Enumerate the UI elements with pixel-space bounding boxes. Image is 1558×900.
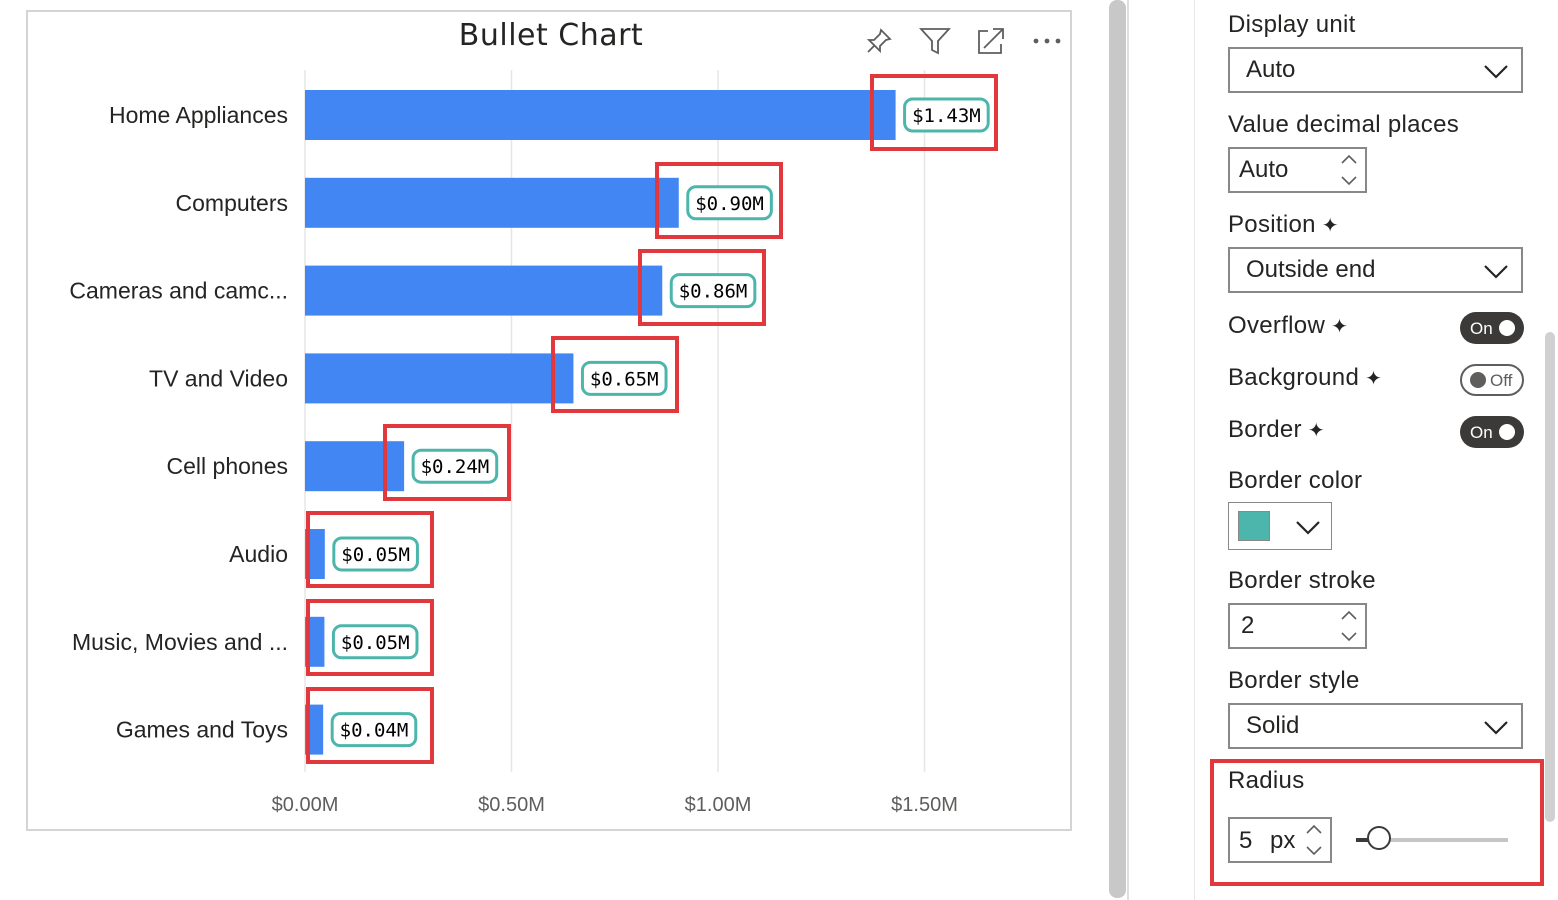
background-label: Background ✦ [1228,364,1382,392]
border-stroke-value: 2 [1241,612,1255,639]
chevron-down-icon [1296,521,1320,535]
highlight-box [655,162,783,239]
border-color-picker[interactable] [1228,502,1332,550]
category-label: Computers [176,190,288,216]
highlight-box [306,687,434,764]
highlight-box [551,336,679,413]
display-unit-dropdown[interactable]: Auto [1228,47,1523,93]
pane-divider [1127,0,1129,900]
display-unit-label: Display unit [1228,11,1356,38]
x-tick-label: $0.50M [478,794,545,816]
chevron-down-icon [1484,265,1508,279]
toggle-state: On [1470,423,1493,442]
overflow-label: Overflow ✦ [1228,312,1348,340]
position-label: Position ✦ [1228,211,1339,239]
chevron-down-icon [1484,721,1508,735]
bar [305,177,679,228]
highlight-box [306,511,434,588]
color-swatch [1238,511,1270,541]
position-label-text: Position [1228,211,1316,238]
toggle-knob [1470,372,1486,388]
x-tick-label: $1.50M [891,794,958,816]
category-label: Cell phones [167,453,288,479]
toggle-knob [1499,424,1515,440]
border-label: Border ✦ [1228,416,1325,444]
sparkle-icon: ✦ [1365,368,1383,390]
canvas-scrollbar[interactable] [1109,0,1126,898]
decimal-places-spinner[interactable]: Auto [1228,147,1367,193]
x-tick-label: $0.00M [272,794,339,816]
border-stroke-spinner[interactable]: 2 [1228,603,1367,649]
background-label-text: Background [1228,364,1360,391]
border-style-value: Solid [1246,712,1300,739]
category-label: Games and Toys [116,717,288,743]
overflow-toggle[interactable]: On [1460,312,1524,344]
decimal-places-value: Auto [1239,156,1289,183]
border-color-label: Border color [1228,467,1363,494]
bar [305,90,896,140]
display-unit-value: Auto [1246,56,1296,83]
chevron-down-icon [1484,65,1508,79]
highlight-box [1210,759,1544,886]
sparkle-icon: ✦ [1321,215,1339,237]
highlight-box [383,424,511,501]
border-style-dropdown[interactable]: Solid [1228,703,1523,749]
spinner-arrows-icon[interactable] [1339,152,1359,188]
category-label: Cameras and camc... [69,278,288,304]
category-label: TV and Video [149,365,288,391]
border-style-label: Border style [1228,667,1360,694]
decimal-places-label: Value decimal places [1228,111,1460,138]
toggle-state: On [1470,319,1493,338]
toggle-state: Off [1490,371,1513,390]
toggle-knob [1499,320,1515,336]
overflow-label-text: Overflow [1228,312,1326,339]
x-tick-label: $1.00M [685,794,752,816]
highlight-box [306,599,434,676]
format-pane-scrollbar[interactable] [1545,332,1555,822]
category-label: Audio [229,541,288,567]
border-label-text: Border [1228,416,1302,443]
sparkle-icon: ✦ [1331,316,1349,338]
bar [305,265,663,316]
spinner-arrows-icon[interactable] [1339,608,1359,644]
border-stroke-label: Border stroke [1228,567,1376,594]
category-label: Music, Movies and ... [72,629,288,655]
position-dropdown[interactable]: Outside end [1228,247,1523,293]
highlight-box [638,249,766,326]
background-toggle[interactable]: Off [1460,364,1524,396]
sparkle-icon: ✦ [1307,420,1325,442]
category-label: Home Appliances [109,102,288,128]
bar [305,353,574,404]
position-value: Outside end [1246,256,1376,283]
border-toggle[interactable]: On [1460,416,1524,448]
highlight-box [870,74,998,151]
